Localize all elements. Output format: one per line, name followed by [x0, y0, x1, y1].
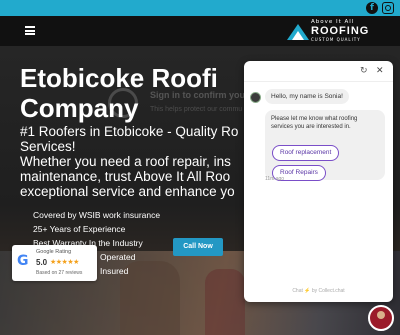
google-rating-badge[interactable]: G Google Rating 5.0 ★★★★★ Based on 27 re…: [12, 245, 97, 281]
refresh-icon[interactable]: ↻: [360, 66, 368, 76]
site-header: Above It All ROOFING CUSTOM QUALITY: [0, 16, 400, 46]
chat-powered-by[interactable]: Chat ⚡ by Collect.chat: [244, 288, 393, 294]
google-review-count: Based on 27 reviews: [36, 270, 83, 276]
chat-message: Please let me know what roofing services…: [265, 110, 385, 181]
subtitle-line: maintenance, trust Above It All Roo: [20, 169, 231, 184]
feature-item: 25+ Years of Experience: [33, 224, 126, 234]
title-line: Company: [20, 93, 139, 123]
hero-subtitle: #1 Roofers in Etobicoke - Quality Ro Ser…: [20, 124, 248, 199]
chat-greeting: Hello, my name is Sonia!: [265, 89, 349, 104]
facebook-icon[interactable]: f: [366, 2, 378, 14]
title-line: Etobicoke Roofi: [20, 63, 218, 93]
agent-avatar: [250, 92, 261, 103]
google-rating-value: 5.0: [36, 258, 48, 267]
top-bar: f: [0, 0, 400, 16]
instagram-icon[interactable]: [382, 2, 394, 14]
star-rating-icon: ★★★★★: [50, 258, 79, 266]
chat-divider: [244, 81, 393, 82]
option-roof-replacement[interactable]: Roof replacement: [272, 145, 340, 161]
chat-launcher-avatar[interactable]: [368, 305, 394, 331]
page-title: Etobicoke Roofi Company: [20, 63, 218, 123]
feature-item: Covered by WSIB work insurance: [33, 210, 161, 220]
chat-prompt: Please let me know what roofing services…: [271, 116, 358, 130]
google-rating-label: Google Rating: [36, 249, 72, 255]
subtitle-line: Services!: [20, 139, 76, 154]
logo[interactable]: Above It All ROOFING CUSTOM QUALITY: [287, 19, 391, 43]
google-icon: G: [17, 253, 29, 269]
roof-logo-icon: [287, 24, 309, 40]
logo-line3: CUSTOM QUALITY: [311, 37, 361, 42]
subtitle-line: Whether you need a roof repair, ins: [20, 154, 231, 169]
close-icon[interactable]: ✕: [376, 66, 384, 76]
logo-line2: ROOFING: [311, 25, 370, 37]
chat-widget: ↻ ✕ Hello, my name is Sonia! Please let …: [244, 61, 393, 302]
menu-icon[interactable]: [25, 26, 35, 35]
subtitle-line: exceptional service and enhance yo: [20, 184, 235, 199]
message-timestamp: 11m ago: [265, 176, 285, 182]
subtitle-line: #1 Roofers in Etobicoke - Quality Ro: [20, 124, 239, 139]
call-now-button[interactable]: Call Now: [173, 238, 223, 256]
